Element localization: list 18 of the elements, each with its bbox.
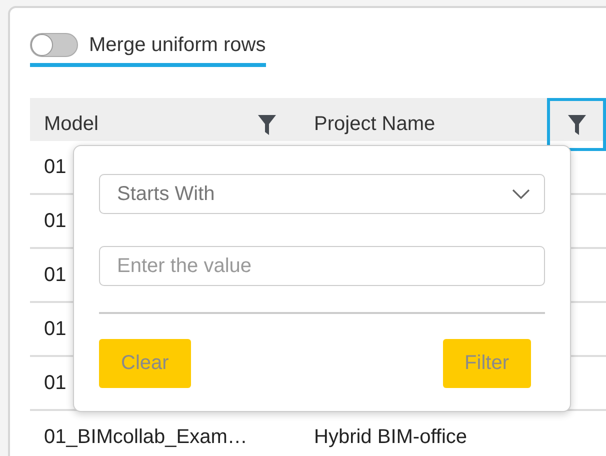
chevron-down-icon — [512, 189, 530, 199]
table-cell: 01 — [44, 264, 66, 286]
table-cell: 01 — [44, 156, 66, 178]
table-cell: 01 — [44, 318, 66, 340]
toggle-switch[interactable] — [30, 33, 78, 57]
column-header: Project Name — [314, 113, 436, 136]
clear-button[interactable]: Clear — [99, 339, 191, 388]
table-cell: 01 — [44, 210, 66, 232]
value-input[interactable]: Enter the value — [99, 246, 545, 286]
filter-apply-button[interactable]: Filter — [442, 339, 531, 388]
column-header: Model — [44, 113, 98, 136]
condition-dropdown[interactable]: Starts With — [99, 174, 545, 214]
table-cell: 01 — [44, 372, 66, 394]
filter-icon — [256, 114, 276, 136]
filter-icon — [566, 114, 586, 136]
table-cell: 01_BIMcollab_Exam… — [44, 426, 248, 448]
table-cell: Hybrid BIM-office — [314, 426, 468, 448]
toggle-label: Merge uniform rows — [89, 34, 266, 56]
